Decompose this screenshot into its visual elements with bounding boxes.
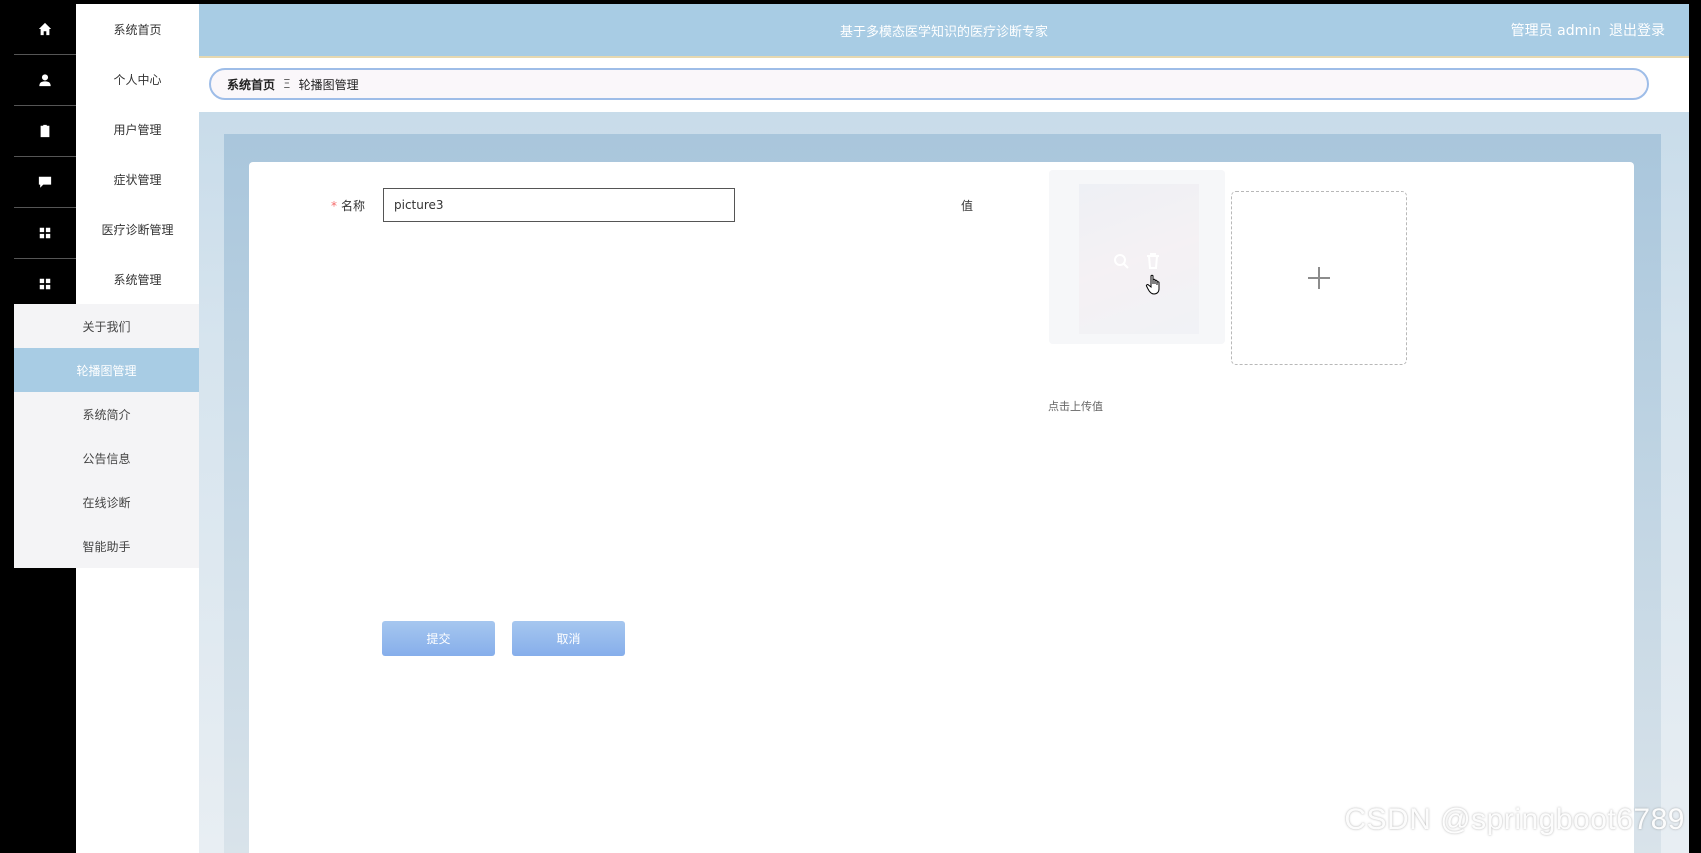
nav-icon-symptoms[interactable] — [14, 157, 76, 208]
clipboard-icon — [40, 124, 50, 138]
submit-button[interactable]: 提交 — [382, 621, 495, 656]
nav-icon-diagnosis[interactable] — [14, 208, 76, 259]
sidebar-item-system[interactable]: 系统管理 — [76, 254, 199, 304]
submenu-item-online-diagnosis[interactable]: 在线诊断 — [14, 480, 199, 524]
user-area: 管理员 admin 退出登录 — [1503, 20, 1665, 40]
grid-icon — [39, 227, 51, 239]
app-title: 基于多模态医学知识的医疗诊断专家 — [839, 25, 1048, 40]
app-frame: 系统首页 个人中心 用户管理 症状管理 医疗诊断管理 系统管理 关于我们 轮播图… — [14, 4, 1689, 853]
nav-icon-user[interactable] — [14, 55, 76, 106]
nav-icon-home[interactable] — [14, 4, 76, 55]
required-mark: * — [331, 199, 337, 213]
name-label: * 名称 — [331, 199, 366, 213]
cancel-button[interactable]: 取消 — [512, 621, 625, 656]
hand-cursor-icon — [1145, 274, 1160, 295]
top-header: 基于多模态医学知识的医疗诊断专家 管理员 admin 退出登录 — [199, 4, 1689, 58]
upload-button[interactable] — [1231, 191, 1407, 365]
grid-icon — [39, 278, 51, 290]
main-area: 基于多模态医学知识的医疗诊断专家 管理员 admin 退出登录 系统首页 Ξ 轮播… — [199, 4, 1689, 853]
thumbnail-hover-mask — [1049, 170, 1225, 344]
system-submenu: 关于我们 轮播图管理 系统简介 公告信息 在线诊断 智能助手 — [14, 304, 199, 568]
nav-icon-system[interactable] — [14, 259, 76, 310]
home-icon — [38, 22, 52, 36]
submenu-item-notice[interactable]: 公告信息 — [14, 436, 199, 480]
submenu-item-assistant[interactable]: 智能助手 — [14, 524, 199, 568]
breadcrumb-home[interactable]: 系统首页 — [227, 76, 275, 93]
sidebar-item-users[interactable]: 用户管理 — [76, 104, 199, 154]
logout-link[interactable]: 退出登录 — [1609, 23, 1665, 39]
upload-tip: 点击上传值 — [1048, 400, 1103, 413]
csdn-watermark: CSDN @springboot6789 — [1344, 803, 1685, 836]
breadcrumb-current: 轮播图管理 — [298, 77, 359, 92]
chat-icon — [38, 176, 52, 188]
plus-icon — [1308, 267, 1330, 289]
edit-form-card: *名称 值 点击上传值 提交 取消 — [249, 162, 1634, 853]
sidebar-item-home[interactable]: 系统首页 — [76, 4, 199, 54]
submenu-item-carousel[interactable]: 轮播图管理 — [14, 348, 199, 392]
breadcrumb-separator-icon: Ξ — [283, 77, 291, 91]
zoom-in-icon[interactable] — [1112, 252, 1130, 270]
user-icon — [39, 74, 51, 87]
breadcrumb: 系统首页 Ξ 轮播图管理 — [209, 68, 1649, 100]
name-input[interactable] — [383, 188, 735, 222]
uploaded-image-thumbnail[interactable] — [1049, 170, 1225, 344]
value-label: 值 — [961, 199, 974, 213]
sidebar-item-symptoms[interactable]: 症状管理 — [76, 154, 199, 204]
sidebar-item-diagnosis[interactable]: 医疗诊断管理 — [76, 204, 199, 254]
submenu-item-about[interactable]: 关于我们 — [14, 304, 199, 348]
submenu-item-intro[interactable]: 系统简介 — [14, 392, 199, 436]
nav-icon-users[interactable] — [14, 106, 76, 157]
delete-icon[interactable] — [1144, 252, 1162, 270]
breadcrumb-bar: 系统首页 Ξ 轮播图管理 — [199, 58, 1689, 112]
sidebar-item-profile[interactable]: 个人中心 — [76, 54, 199, 104]
admin-label: 管理员 admin — [1510, 23, 1601, 39]
